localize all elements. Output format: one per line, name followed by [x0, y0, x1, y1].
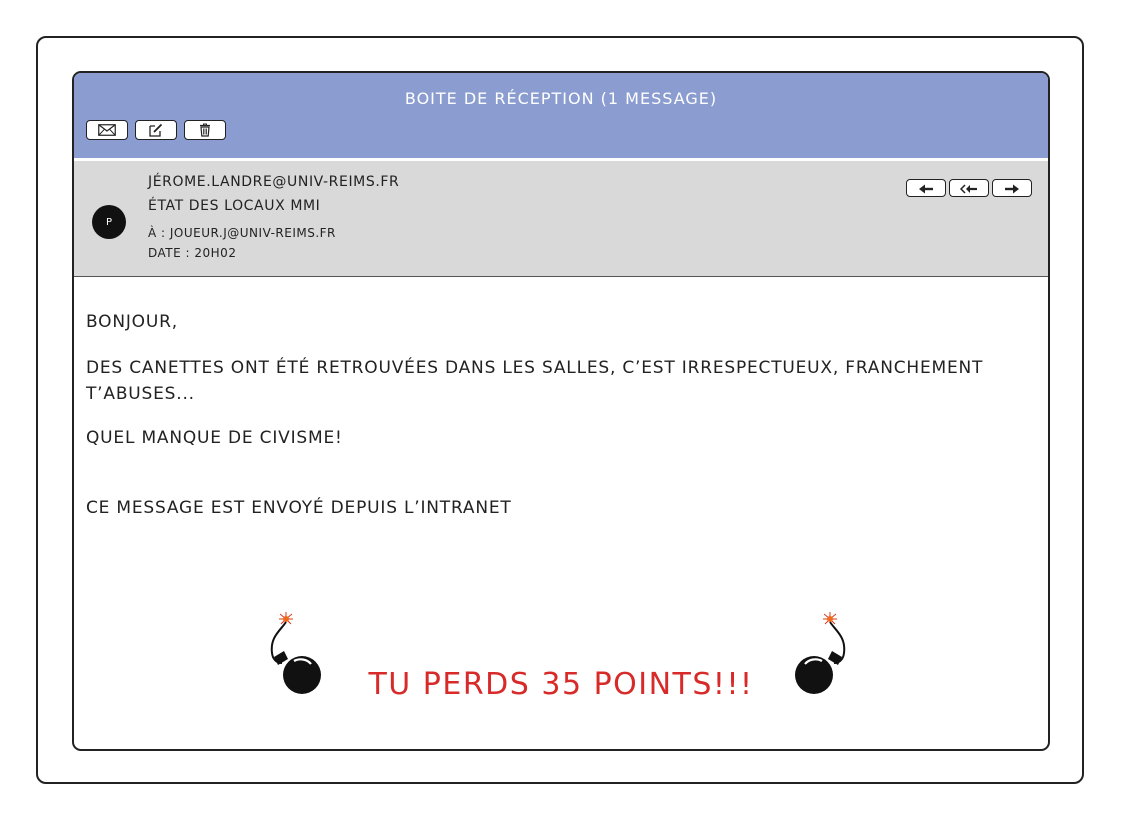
date-line: Date : 20h02 [148, 246, 237, 260]
reply-all-icon [959, 179, 978, 198]
body-greeting: Bonjour, [86, 312, 178, 332]
body-signature: Ce message est envoyé depuis l’intranet [86, 498, 512, 518]
body-paragraph: Des canettes ont été retrouvées dans les… [86, 358, 984, 404]
message-header: P jérome.landre@univ-reims.fr État des l… [74, 161, 1048, 277]
inbox-title: Boite de réception (1 message) [404, 89, 718, 108]
message-body: Bonjour, Des canettes ont été retrouvées… [86, 309, 1026, 539]
bomb-icon [786, 611, 850, 695]
reply-button[interactable] [906, 179, 946, 197]
title-bar: Boite de réception (1 message) [74, 73, 1048, 161]
reply-icon [918, 179, 934, 198]
trash-icon [199, 123, 211, 137]
forward-icon [1004, 179, 1020, 198]
mail-toolbar [86, 120, 226, 140]
body-exclamation: Quel manque de civisme! [86, 428, 343, 448]
reply-all-button[interactable] [949, 179, 989, 197]
compose-button[interactable] [135, 120, 177, 140]
inbox-button[interactable] [86, 120, 128, 140]
penalty-message: Tu perds 35 points!!! [368, 667, 754, 702]
delete-button[interactable] [184, 120, 226, 140]
avatar: P [92, 205, 126, 239]
sender-address: jérome.landre@univ-reims.fr [148, 174, 400, 190]
mail-window: Boite de réception (1 message) [72, 71, 1050, 751]
forward-button[interactable] [992, 179, 1032, 197]
recipient-line: À : joueur.j@univ-reims.fr [148, 226, 336, 240]
reply-actions [906, 179, 1032, 197]
envelope-icon [98, 124, 116, 136]
message-subject: État des locaux MMI [148, 198, 321, 214]
compose-icon [149, 123, 163, 137]
